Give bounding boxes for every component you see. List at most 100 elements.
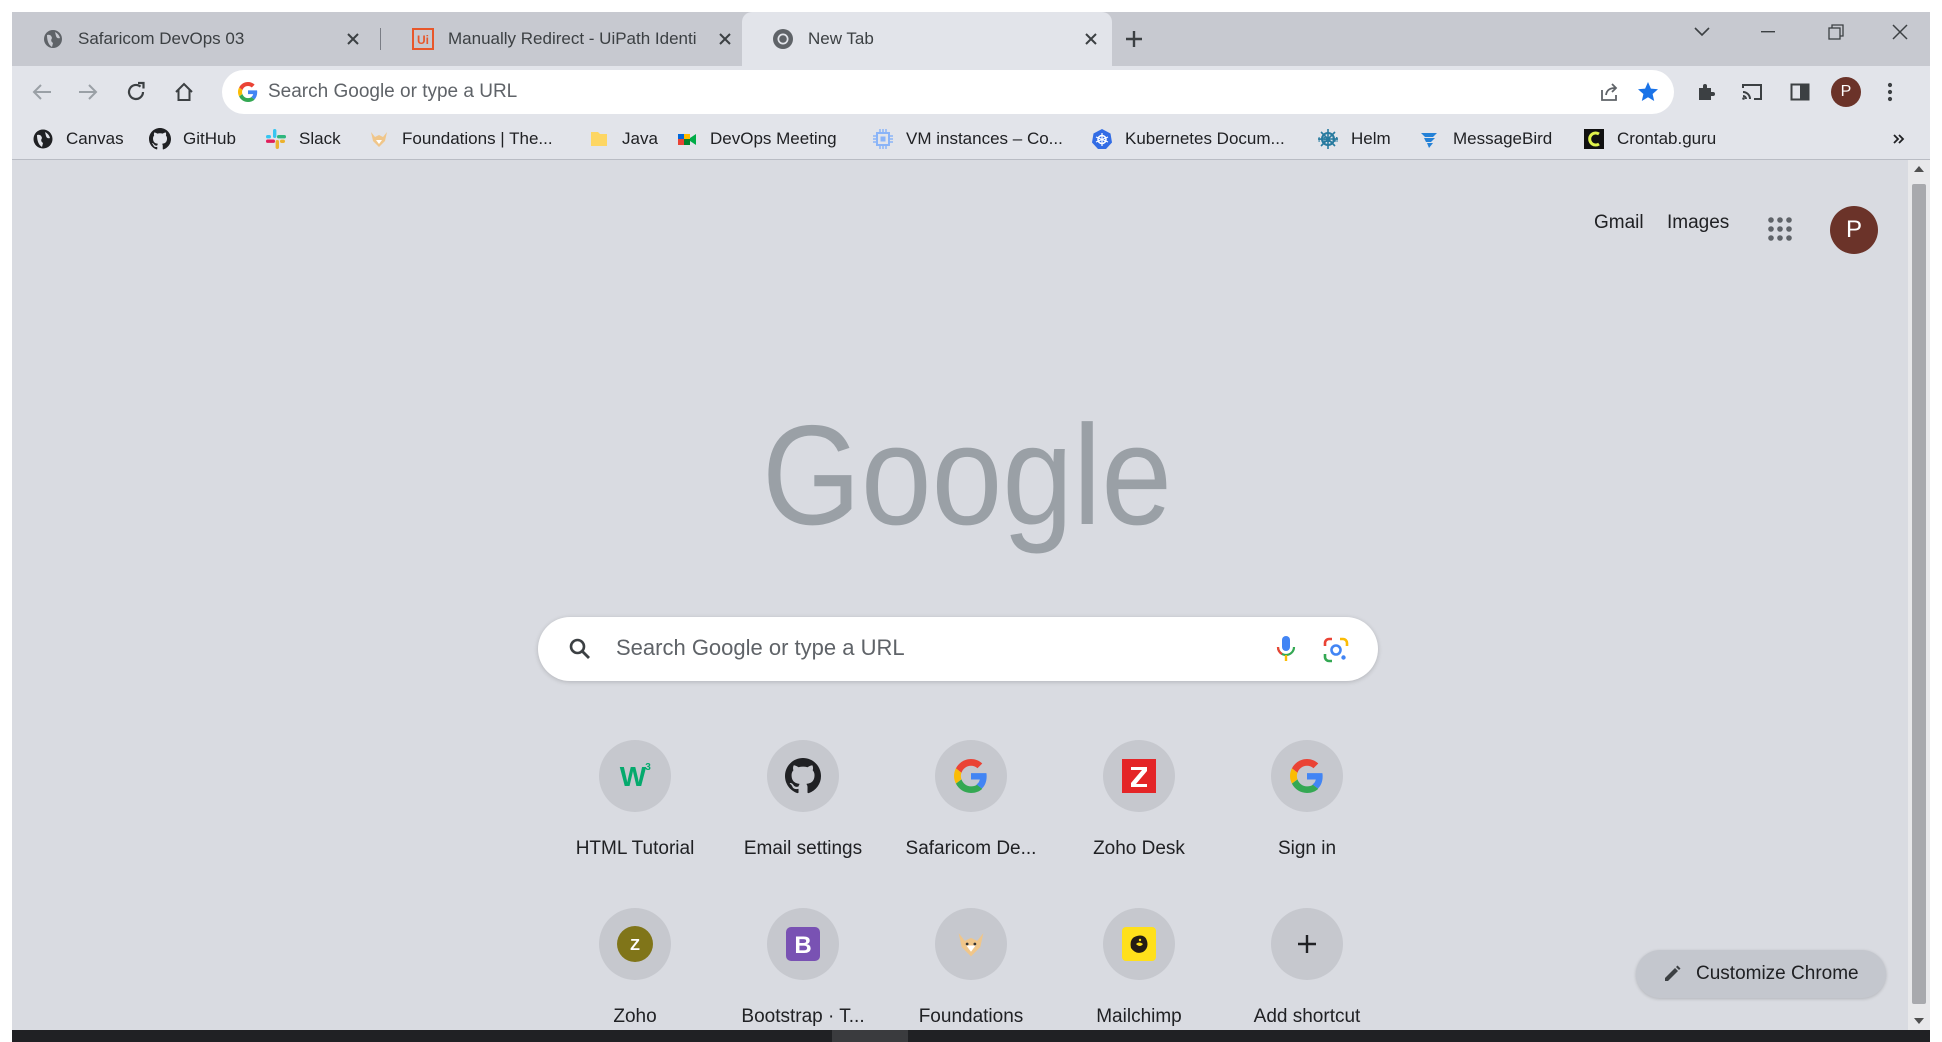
images-link[interactable]: Images [1667,212,1729,234]
globe-icon [42,28,64,50]
uipath-icon: Ui [412,28,434,50]
home-button[interactable] [166,74,202,110]
bookmark-label: Canvas [66,129,124,148]
new-tab-page: Gmail Images P Google Search Google or t… [12,160,1908,1032]
add-shortcut-button[interactable]: Add shortcut [1223,908,1391,1028]
search-input[interactable] [616,635,1216,661]
microphone-icon[interactable] [1276,635,1296,668]
globe-icon [32,128,54,150]
forward-button[interactable] [70,74,106,110]
bookmark-helm[interactable]: HELM Helm [1317,126,1391,152]
customize-chrome-button[interactable]: Customize Chrome [1636,950,1886,998]
bookmark-devops-meeting[interactable]: DevOps Meeting [676,126,837,152]
bookmark-slack[interactable]: Slack [265,126,341,152]
tab-safaricom-devops[interactable]: Safaricom DevOps 03 [12,12,374,66]
google-lens-icon[interactable] [1322,636,1350,669]
shortcut-sign-in[interactable]: Sign in [1223,740,1391,860]
bookmark-label: Java [622,129,658,148]
chip-icon [872,128,894,150]
search-box[interactable] [538,617,1378,681]
home-icon [175,82,193,101]
profile-button[interactable]: P [1828,74,1864,110]
bookmark-label: DevOps Meeting [710,129,837,148]
bootstrap-icon: B [767,908,839,980]
close-tab-icon[interactable] [1078,26,1104,52]
scroll-down-arrow-icon[interactable] [1914,1018,1924,1024]
restore-icon [1828,24,1844,40]
shortcut-label: HTML Tutorial [575,838,695,859]
vertical-scrollbar[interactable] [1908,160,1930,1032]
svg-text:HELM: HELM [1318,137,1338,144]
shortcut-foundations[interactable]: Foundations [887,908,1055,1028]
fox-icon [368,128,390,150]
messagebird-icon [1419,128,1441,150]
chrome-menu-button[interactable] [1872,74,1908,110]
bookmark-vm-instances[interactable]: VM instances – Co... [872,126,1063,152]
close-icon [1892,24,1908,40]
shortcut-zoho[interactable]: Z Zoho [551,908,719,1028]
bookmark-label: Crontab.guru [1617,129,1717,148]
bookmark-label: Kubernetes Docum... [1125,129,1285,148]
shortcut-mailchimp[interactable]: Mailchimp [1055,908,1223,1028]
svg-text:Ui: Ui [417,33,429,47]
shortcut-zoho-desk[interactable]: Zoho Desk [1055,740,1223,860]
address-bar[interactable] [222,70,1674,114]
bookmark-messagebird[interactable]: MessageBird [1419,126,1552,152]
bookmark-canvas[interactable]: Canvas [32,126,124,152]
cast-button[interactable] [1734,74,1770,110]
shortcut-label: Email settings [743,838,863,859]
extensions-button[interactable] [1688,74,1724,110]
cast-icon [1742,84,1762,100]
shortcut-label: Safaricom De... [905,838,1037,859]
shortcut-email-settings[interactable]: Email settings [719,740,887,860]
taskbar-active-item[interactable] [832,1030,908,1042]
scroll-up-arrow-icon[interactable] [1914,166,1924,172]
bookmark-foundations[interactable]: Foundations | The... [368,126,553,152]
shortcut-label: Sign in [1277,838,1337,859]
side-panel-button[interactable] [1782,74,1818,110]
close-tab-icon[interactable] [712,26,738,52]
minimize-button[interactable] [1738,12,1798,52]
google-apps-button[interactable] [1765,214,1795,244]
account-avatar[interactable]: P [1830,206,1878,254]
bookmark-label: MessageBird [1453,129,1553,148]
close-tab-icon[interactable] [340,26,366,52]
bookmarks-overflow-button[interactable] [1892,126,1906,152]
address-input[interactable] [268,81,1468,103]
svg-text:B: B [794,932,811,959]
bookmark-crontab-guru[interactable]: Crontab.guru [1583,126,1716,152]
chevron-down-icon [1694,27,1710,37]
scrollbar-thumb[interactable] [1912,184,1926,1004]
bookmark-java[interactable]: Java [588,126,658,152]
new-tab-button[interactable] [1117,22,1151,56]
reload-button[interactable] [118,74,154,110]
shortcut-bootstrap[interactable]: B Bootstrap · T... [719,908,887,1028]
tab-uipath[interactable]: Ui Manually Redirect - UiPath Identi [382,12,746,66]
tab-separator [380,28,381,50]
share-icon[interactable] [1596,78,1624,106]
side-panel-icon [1790,83,1810,101]
avatar: P [1831,77,1861,107]
restore-button[interactable] [1806,12,1866,52]
google-logo: Google [762,406,1172,555]
back-button[interactable] [24,74,60,110]
svg-text:W: W [620,761,647,792]
tab-strip: Safaricom DevOps 03 Ui Manually Redirect… [12,12,1930,66]
shortcut-html-tutorial[interactable]: W3 HTML Tutorial [551,740,719,860]
arrow-right-icon [79,84,98,100]
bookmark-kubernetes[interactable]: Kubernetes Docum... [1091,126,1285,152]
bookmark-star-icon[interactable] [1634,78,1662,106]
bookmark-label: Helm [1351,129,1391,148]
double-chevron-right-icon [1893,134,1905,144]
more-vert-icon [1887,82,1893,102]
folder-icon [588,128,610,150]
bookmark-github[interactable]: GitHub [149,126,236,152]
close-window-button[interactable] [1870,12,1930,52]
tab-search-button[interactable] [1672,12,1732,52]
shortcut-safaricom-devops[interactable]: Safaricom De... [887,740,1055,860]
gmail-link[interactable]: Gmail [1594,212,1644,234]
bookmark-label: Foundations | The... [402,129,553,148]
tab-title: Manually Redirect - UiPath Identi [448,29,697,48]
zoho-desk-icon [1103,740,1175,812]
tab-new-tab[interactable]: New Tab [742,12,1112,66]
